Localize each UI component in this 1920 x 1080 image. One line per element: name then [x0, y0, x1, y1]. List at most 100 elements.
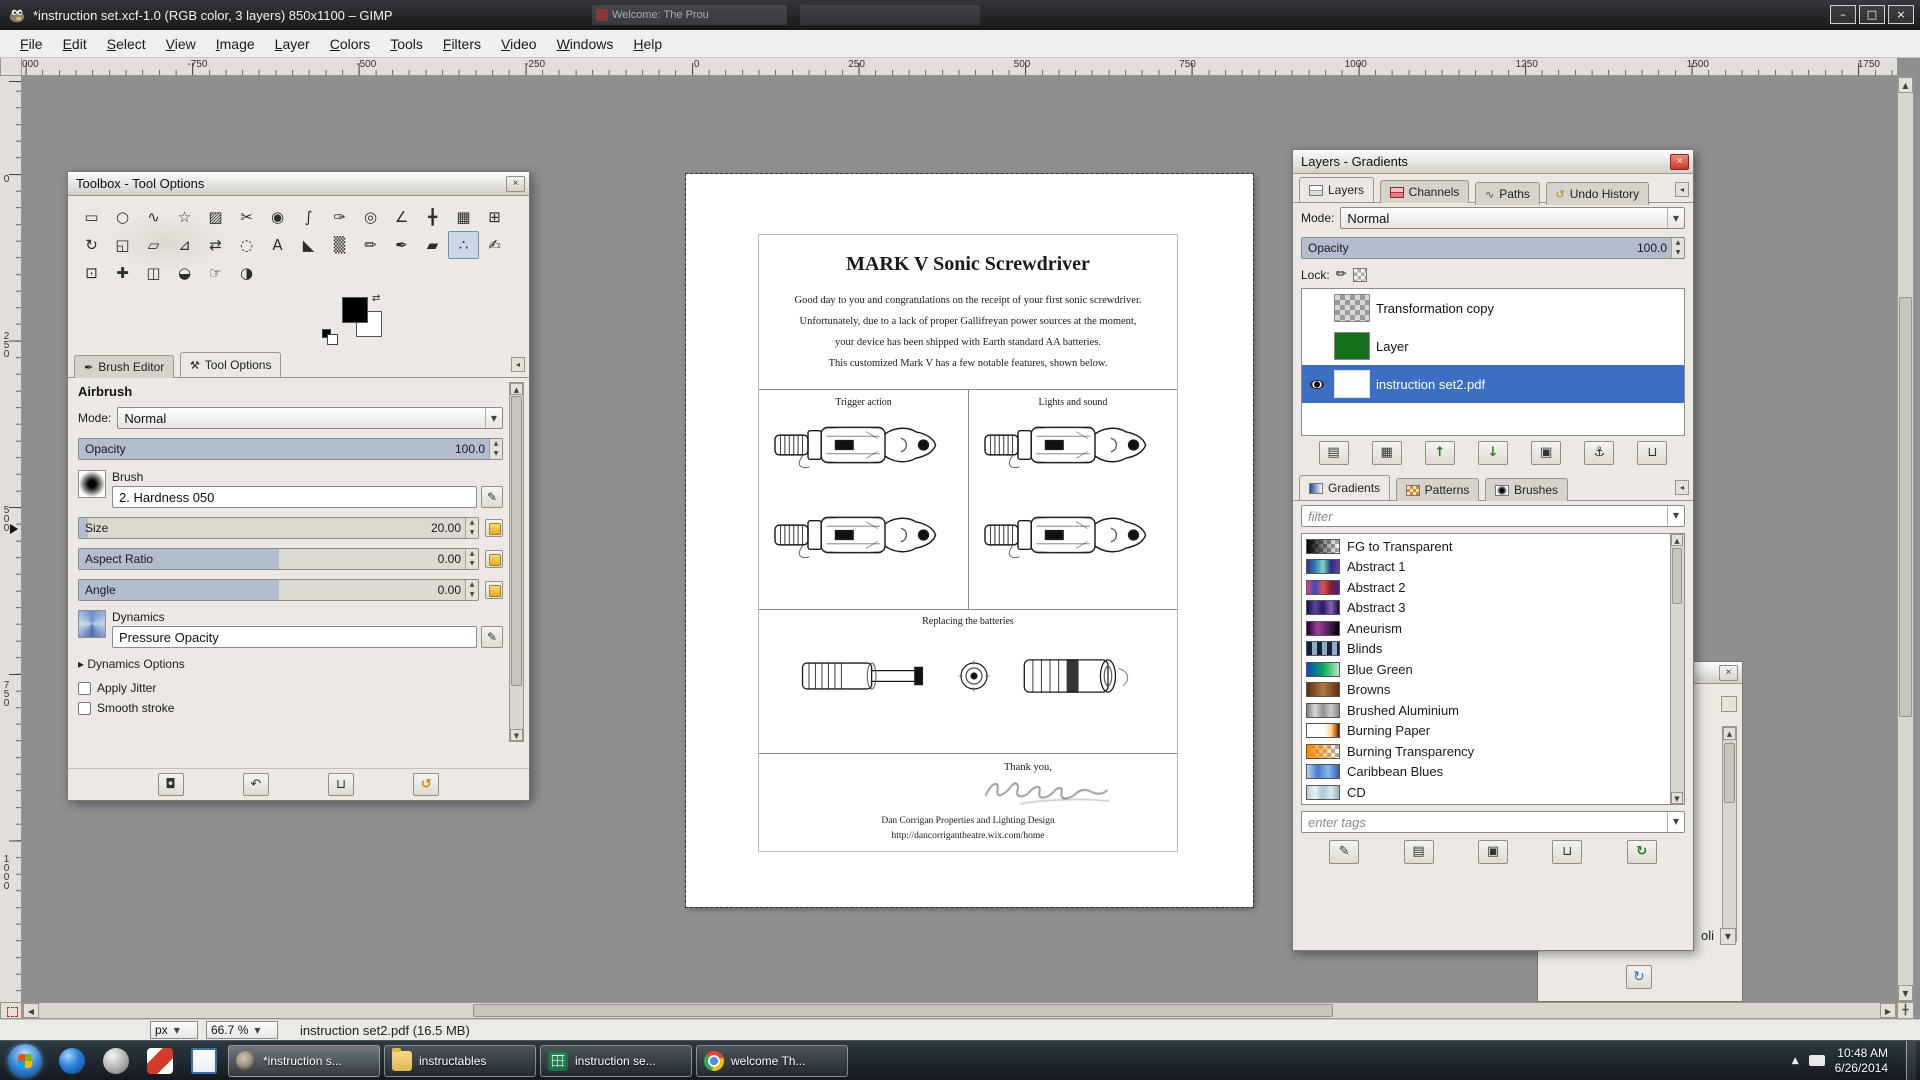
spin-buttons[interactable]: ▲▼: [465, 580, 478, 600]
taskbar-app-button[interactable]: *instruction s...: [228, 1045, 380, 1077]
apply-jitter-checkbox[interactable]: [78, 682, 91, 695]
gradient-row[interactable]: Burning Paper: [1304, 721, 1668, 742]
scrollbar-thumb[interactable]: [1672, 548, 1682, 604]
gradient-row[interactable]: Abstract 2: [1304, 577, 1668, 598]
angle-slider[interactable]: Angle 0.00 ▲▼: [78, 579, 479, 601]
taskbar-clock[interactable]: 10:48 AM 6/26/2014: [1835, 1046, 1896, 1076]
opacity-slider[interactable]: Opacity 100.0 ▲▼: [78, 438, 503, 460]
close-icon[interactable]: ×: [1670, 154, 1689, 170]
perspective-tool[interactable]: ⊿: [169, 231, 200, 259]
sketchup-launcher[interactable]: [143, 1044, 177, 1078]
blur-sharpen-tool[interactable]: ◒: [169, 259, 200, 287]
default-colors-icon[interactable]: [322, 329, 331, 338]
tab-paths[interactable]: ∿ Paths: [1475, 182, 1540, 205]
tab-brush-editor[interactable]: ✒ Brush Editor: [74, 355, 174, 378]
unit-select[interactable]: px ▼: [150, 1021, 198, 1039]
new-layer-group-button[interactable]: ▦: [1372, 441, 1402, 465]
menu-item[interactable]: Filters: [433, 32, 491, 56]
new-gradient-button[interactable]: ▤: [1404, 840, 1434, 864]
menu-item[interactable]: View: [156, 32, 206, 56]
clone-tool[interactable]: ⊡: [76, 259, 107, 287]
perspective-clone-tool[interactable]: ◫: [138, 259, 169, 287]
text-tool[interactable]: A: [262, 231, 293, 259]
rectangle-select-tool[interactable]: ▭: [76, 203, 107, 231]
edit-dynamics-button[interactable]: ✎: [481, 626, 503, 648]
menu-item[interactable]: Windows: [547, 32, 624, 56]
scrollbar-thumb[interactable]: [1899, 297, 1912, 717]
save-tool-preset-button[interactable]: ◘: [158, 773, 184, 796]
gradient-row[interactable]: Burning Transparency: [1304, 741, 1668, 762]
reset-tool-options-button[interactable]: ↺: [413, 773, 439, 796]
dynamics-select-field[interactable]: Pressure Opacity: [112, 626, 477, 648]
globe-launcher[interactable]: [99, 1044, 133, 1078]
delete-layer-button[interactable]: ⊔: [1637, 441, 1667, 465]
align-tool[interactable]: ▦: [448, 203, 479, 231]
tab-gradients[interactable]: Gradients: [1299, 475, 1390, 500]
free-select-tool[interactable]: ∿: [138, 203, 169, 231]
panel-menu-button[interactable]: ◂: [1675, 182, 1689, 197]
gradient-row[interactable]: Blinds: [1304, 639, 1668, 660]
keyboard-tray-icon[interactable]: [1809, 1055, 1825, 1066]
taskbar-app-button[interactable]: instruction se...: [540, 1045, 692, 1077]
menu-item[interactable]: Layer: [265, 32, 320, 56]
scroll-right-button[interactable]: ▶: [1880, 1003, 1896, 1018]
visibility-cell[interactable]: [1306, 304, 1328, 313]
show-hidden-icons-button[interactable]: ▲: [1792, 1056, 1799, 1066]
tab-layers[interactable]: Layers: [1299, 177, 1374, 202]
window-titlebar[interactable]: *instruction set.xcf-1.0 (RGB color, 3 l…: [0, 0, 1920, 30]
taskbar-app-button[interactable]: instructables: [384, 1045, 536, 1077]
zoom-tool[interactable]: ◎: [355, 203, 386, 231]
gradient-row[interactable]: Blue Green: [1304, 659, 1668, 680]
vertical-scrollbar[interactable]: ▲ ▼: [1897, 76, 1914, 1002]
spin-buttons[interactable]: ▲▼: [465, 549, 478, 569]
gradient-tool[interactable]: ▒: [324, 231, 355, 259]
scissors-select-tool[interactable]: ✂: [231, 203, 262, 231]
rotate-tool[interactable]: ↻: [76, 231, 107, 259]
angle-reset-button[interactable]: [485, 581, 503, 599]
new-layer-button[interactable]: ▤: [1319, 441, 1349, 465]
size-slider[interactable]: Size 20.00 ▲▼: [78, 517, 479, 539]
menu-item[interactable]: Video: [491, 32, 547, 56]
scrollbar-thumb[interactable]: [1724, 743, 1735, 803]
measure-tool[interactable]: ∠: [386, 203, 417, 231]
flip-tool[interactable]: ⇄: [200, 231, 231, 259]
duplicate-layer-button[interactable]: ▣: [1531, 441, 1561, 465]
gradient-row[interactable]: Abstract 1: [1304, 557, 1668, 578]
smooth-stroke-checkbox[interactable]: [78, 702, 91, 715]
fuzzy-select-tool[interactable]: ☆: [169, 203, 200, 231]
menu-item[interactable]: File: [10, 32, 53, 56]
spin-buttons[interactable]: ▲▼: [489, 439, 502, 459]
gradient-scrollbar[interactable]: ▲ ▼: [1670, 534, 1684, 804]
horizontal-scrollbar[interactable]: ◀ ▶: [22, 1002, 1897, 1019]
gradient-row[interactable]: Brushed Aluminium: [1304, 700, 1668, 721]
close-icon[interactable]: ×: [506, 176, 525, 192]
quick-mask-toggle[interactable]: [0, 1002, 22, 1019]
layer-row[interactable]: Transformation copy: [1302, 289, 1684, 327]
horizontal-ruler[interactable]: 000-750-500-2500250500750100012501500175…: [22, 58, 1897, 76]
spin-buttons[interactable]: ▲▼: [465, 518, 478, 538]
scroll-left-button[interactable]: ◀: [23, 1003, 39, 1018]
scale-tool[interactable]: ◱: [107, 231, 138, 259]
panel-scrollbar[interactable]: ▲ ▼: [509, 382, 524, 742]
menu-item[interactable]: Tools: [380, 32, 433, 56]
size-reset-button[interactable]: [485, 519, 503, 537]
dynamics-preview[interactable]: [78, 610, 106, 638]
scrollbar-thumb[interactable]: [511, 396, 522, 686]
crop-tool[interactable]: ⊞: [479, 203, 510, 231]
gradient-row[interactable]: FG to Transparent: [1304, 536, 1668, 557]
heal-tool[interactable]: ✚: [107, 259, 138, 287]
anchor-layer-button[interactable]: ⚓: [1584, 441, 1614, 465]
vertical-ruler[interactable]: 02505007501000: [0, 76, 22, 1002]
delete-gradient-button[interactable]: ⊔: [1552, 840, 1582, 864]
dialog-scrollbar[interactable]: ▲ ▼: [1722, 726, 1737, 942]
pencil-tool[interactable]: ✏: [355, 231, 386, 259]
panel-menu-button[interactable]: ◂: [511, 357, 525, 372]
ink-tool[interactable]: ✍: [479, 231, 510, 259]
edit-gradient-button[interactable]: ✎: [1329, 840, 1359, 864]
browser-launcher[interactable]: [55, 1044, 89, 1078]
layer-mode-select[interactable]: Normal ▼: [1340, 207, 1685, 229]
menu-item[interactable]: Select: [97, 32, 156, 56]
scroll-down-button[interactable]: ▼: [1671, 792, 1683, 804]
dialog-button[interactable]: [1721, 696, 1737, 712]
swap-colors-icon[interactable]: ⇄: [372, 293, 380, 304]
